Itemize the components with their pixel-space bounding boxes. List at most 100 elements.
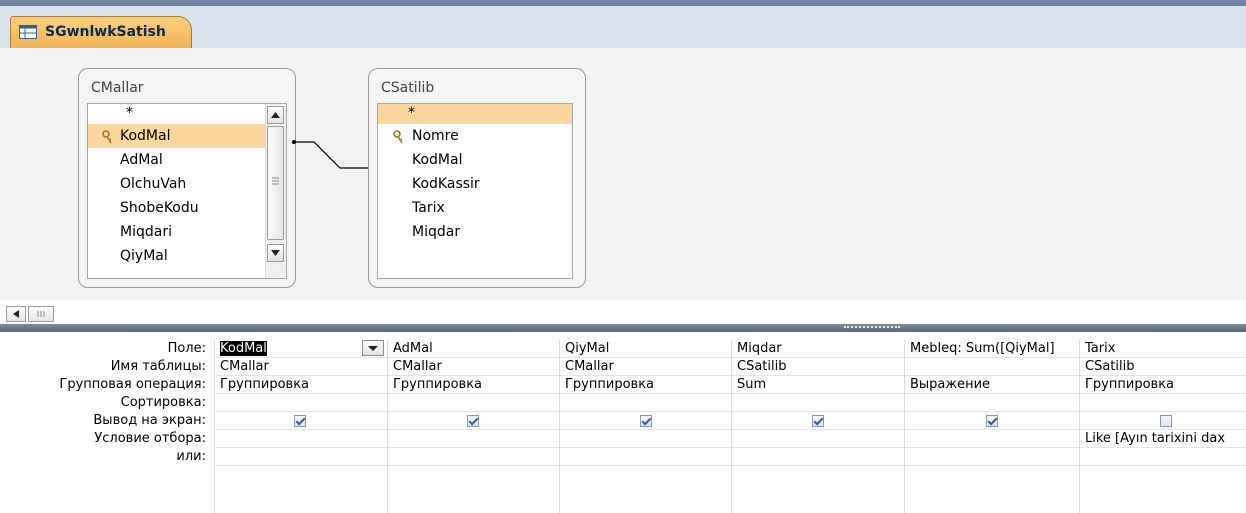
field-label: Miqdari	[120, 224, 172, 240]
or-cell[interactable]	[565, 449, 725, 465]
field-list-item[interactable]: KodKassir	[378, 172, 572, 196]
show-checkbox[interactable]	[467, 415, 479, 427]
sort-cell[interactable]	[1085, 395, 1240, 411]
table-cell[interactable]: CSatilib	[1085, 359, 1134, 374]
table-cell[interactable]: CSatilib	[737, 359, 786, 374]
field-list-item[interactable]: AdMal	[88, 148, 286, 172]
field-list-item[interactable]: *	[88, 104, 286, 124]
splitter-grip	[844, 326, 900, 331]
grid-line	[214, 447, 1246, 448]
or-cell[interactable]	[910, 449, 1070, 465]
table-box-csatilib[interactable]: CSatilib * Nomre KodMal KodKassir Tarix …	[368, 68, 586, 288]
sort-cell[interactable]	[565, 395, 725, 411]
relationship-line[interactable]	[290, 108, 374, 178]
or-cell[interactable]	[220, 449, 380, 465]
table-cell[interactable]	[910, 359, 1070, 375]
grip-icon	[272, 177, 279, 185]
field-label: Nomre	[412, 128, 459, 144]
total-cell[interactable]: Группировка	[220, 377, 309, 392]
scroll-left-button[interactable]	[6, 306, 26, 322]
field-dropdown-button[interactable]	[362, 340, 384, 356]
row-label-or: или:	[176, 449, 206, 464]
criteria-cell[interactable]	[737, 431, 897, 447]
field-label: ShobeKodu	[120, 200, 199, 216]
criteria-cell[interactable]	[220, 431, 380, 447]
total-cell[interactable]: Выражение	[910, 377, 990, 392]
field-cell[interactable]: AdMal	[393, 341, 433, 356]
or-cell[interactable]	[1085, 449, 1240, 465]
field-list-item[interactable]: ShobeKodu	[88, 196, 286, 220]
criteria-cell[interactable]	[910, 431, 1070, 447]
table-cell[interactable]: CMallar	[393, 359, 442, 374]
arrow-down-icon	[271, 250, 280, 256]
field-cell[interactable]: Tarix	[1085, 341, 1115, 356]
scrollbar-thumb[interactable]	[28, 306, 54, 322]
column-separator[interactable]	[559, 340, 560, 513]
column-separator[interactable]	[731, 340, 732, 513]
table-title: CSatilib	[381, 80, 435, 96]
show-checkbox[interactable]	[640, 415, 652, 427]
arrow-up-icon	[271, 112, 280, 118]
table-title: CMallar	[91, 80, 144, 96]
field-cell[interactable]: Miqdar	[737, 341, 782, 356]
field-list-item[interactable]: KodMal	[378, 148, 572, 172]
field-label: QiyMal	[120, 248, 168, 264]
field-cell-selected-text: KodMal	[220, 341, 267, 356]
scroll-down-button[interactable]	[267, 244, 284, 262]
total-cell[interactable]: Sum	[737, 377, 766, 392]
column-separator[interactable]	[387, 340, 388, 513]
field-list-item-selected[interactable]: KodMal	[88, 124, 286, 148]
column-separator[interactable]	[214, 340, 215, 513]
field-list-item[interactable]: Miqdari	[88, 220, 286, 244]
or-cell[interactable]	[737, 449, 897, 465]
sort-cell[interactable]	[220, 395, 380, 411]
scrollbar-thumb[interactable]	[267, 126, 284, 240]
field-list-item[interactable]: QiyMal	[88, 244, 286, 268]
sort-cell[interactable]	[737, 395, 897, 411]
arrow-left-icon	[13, 310, 19, 318]
column-separator[interactable]	[904, 340, 905, 513]
criteria-cell[interactable]	[393, 431, 553, 447]
primary-key-icon	[102, 130, 112, 144]
field-cell[interactable]: Mebleq: Sum([QiyMal]	[910, 341, 1078, 356]
show-checkbox[interactable]	[1160, 415, 1172, 427]
total-cell[interactable]: Группировка	[565, 377, 654, 392]
row-label-criteria: Условие отбора:	[94, 431, 206, 446]
field-list-item[interactable]: Nomre	[378, 124, 572, 148]
show-checkbox[interactable]	[294, 415, 306, 427]
horizontal-scrollbar[interactable]	[6, 306, 54, 322]
scroll-up-button[interactable]	[267, 106, 284, 124]
field-list-item[interactable]: Tarix	[378, 196, 572, 220]
field-list-item[interactable]: Miqdar	[378, 220, 572, 244]
column-separator[interactable]	[1079, 340, 1080, 513]
tab-query-sgwnlwksatish[interactable]: SGwnlwkSatish	[10, 16, 192, 52]
total-cell[interactable]: Группировка	[1085, 377, 1174, 392]
vertical-scrollbar[interactable]	[265, 104, 286, 278]
grip-icon	[37, 311, 45, 317]
table-cell[interactable]: CMallar	[565, 359, 614, 374]
table-box-cmallar[interactable]: CMallar * KodMal AdMal OlchuVah ShobeKod…	[78, 68, 296, 288]
field-list-item-selected[interactable]: *	[378, 104, 572, 124]
show-checkbox[interactable]	[986, 415, 998, 427]
sort-cell[interactable]	[910, 395, 1070, 411]
pane-splitter[interactable]	[0, 324, 1246, 332]
query-design-grid: Поле: Имя таблицы: Групповая операция: С…	[0, 332, 1246, 513]
field-label: Miqdar	[412, 224, 461, 240]
field-label: KodMal	[120, 128, 171, 144]
sort-cell[interactable]	[393, 395, 553, 411]
query-icon	[19, 25, 37, 39]
criteria-cell[interactable]: Like [Ayın tarixini dax	[1085, 431, 1246, 446]
total-cell[interactable]: Группировка	[393, 377, 482, 392]
field-list-item[interactable]: OlchuVah	[88, 172, 286, 196]
field-cell[interactable]: KodMal	[220, 341, 267, 356]
field-cell[interactable]: QiyMal	[565, 341, 609, 356]
row-label-table: Имя таблицы:	[110, 359, 206, 374]
field-list: * KodMal AdMal OlchuVah ShobeKodu Miqdar…	[87, 103, 287, 279]
field-label: KodMal	[412, 152, 463, 168]
field-label: KodKassir	[412, 176, 480, 192]
or-cell[interactable]	[393, 449, 553, 465]
criteria-cell[interactable]	[565, 431, 725, 447]
table-cell[interactable]: CMallar	[220, 359, 269, 374]
grid-line	[214, 393, 1246, 394]
show-checkbox[interactable]	[812, 415, 824, 427]
